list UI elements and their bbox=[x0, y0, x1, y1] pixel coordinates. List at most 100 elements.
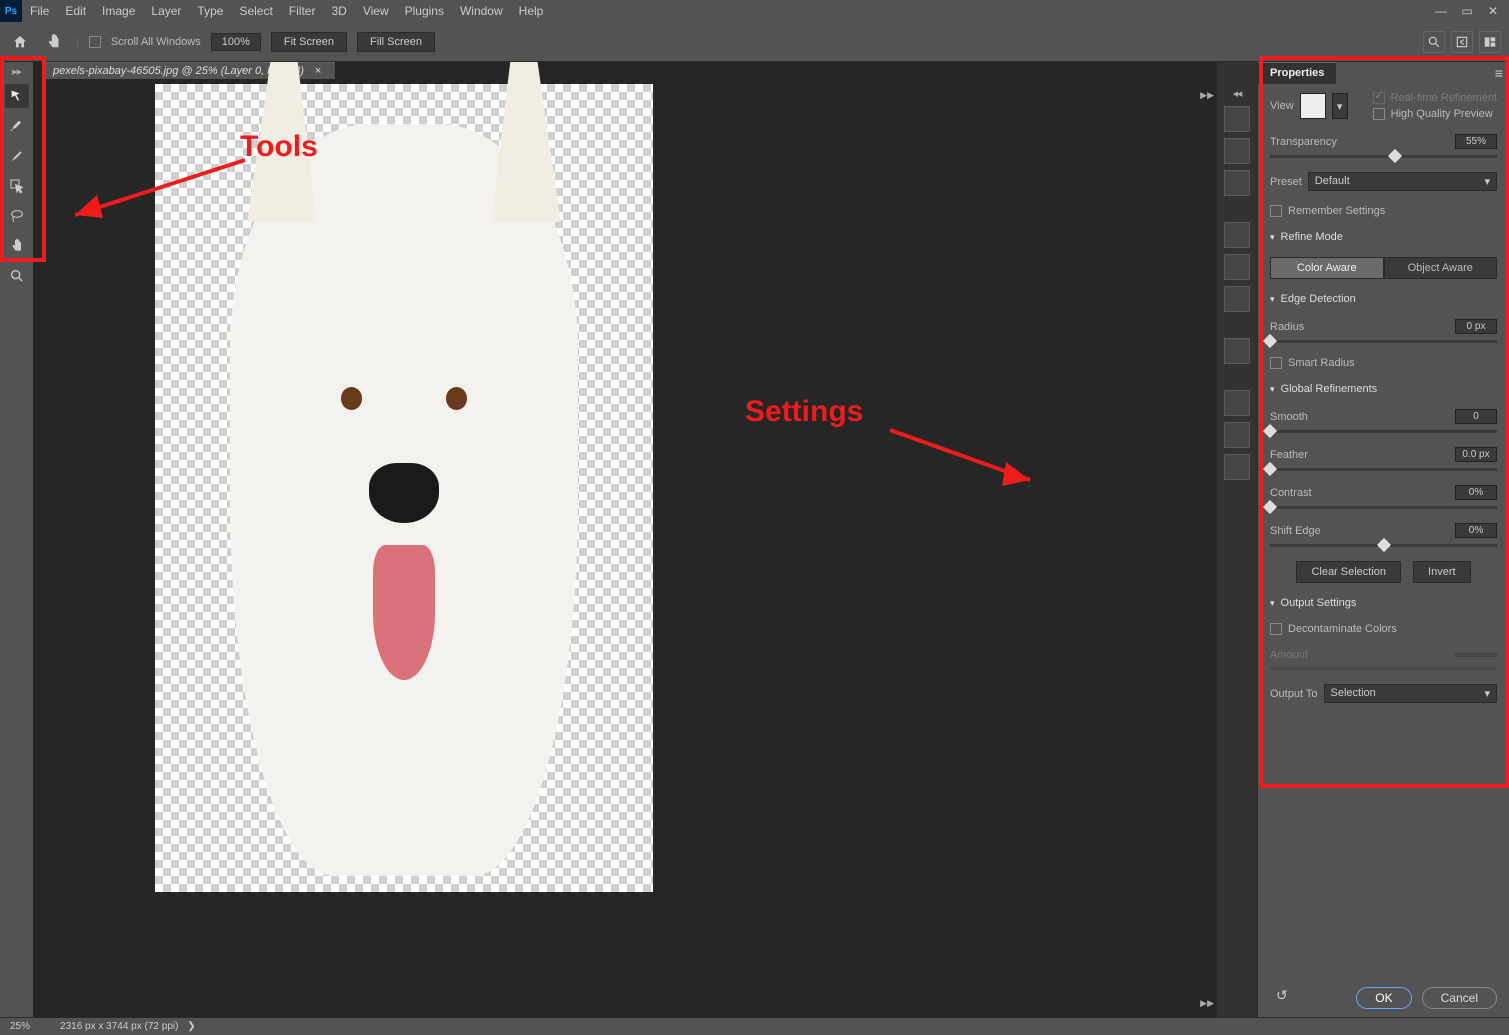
status-bar: 25% 2316 px x 3744 px (72 ppi) ❯ bbox=[0, 1017, 1509, 1035]
app-logo: Ps bbox=[0, 0, 22, 22]
workspace-icon[interactable] bbox=[1479, 31, 1501, 53]
hand-tool[interactable] bbox=[5, 234, 29, 258]
fit-screen-button[interactable]: Fit Screen bbox=[271, 32, 347, 52]
shift-edge-slider[interactable] bbox=[1270, 544, 1497, 547]
transparency-slider[interactable] bbox=[1270, 155, 1497, 158]
radius-value[interactable]: 0 px bbox=[1455, 319, 1497, 334]
menu-select[interactable]: Select bbox=[231, 0, 280, 22]
color-aware-button[interactable]: Color Aware bbox=[1270, 257, 1384, 279]
feather-label: Feather bbox=[1270, 449, 1308, 461]
transparency-value[interactable]: 55% bbox=[1455, 134, 1497, 149]
menu-view[interactable]: View bbox=[355, 0, 397, 22]
edge-detection-header[interactable]: ▾Edge Detection bbox=[1270, 293, 1497, 305]
transparency-label: Transparency bbox=[1270, 136, 1337, 148]
contrast-slider[interactable] bbox=[1270, 506, 1497, 509]
brush-tool[interactable] bbox=[5, 144, 29, 168]
smart-radius-label: Smart Radius bbox=[1288, 357, 1355, 369]
view-mode-thumbnail[interactable] bbox=[1300, 93, 1326, 119]
smooth-label: Smooth bbox=[1270, 411, 1308, 423]
output-to-select[interactable]: Selection▾ bbox=[1324, 684, 1498, 703]
collapsed-panel-icon[interactable] bbox=[1224, 254, 1250, 280]
panel-menu-icon[interactable]: ≡ bbox=[1489, 65, 1509, 81]
window-minimize-icon[interactable]: — bbox=[1433, 3, 1449, 19]
window-close-icon[interactable]: ✕ bbox=[1485, 3, 1501, 19]
document-viewport[interactable]: pexels-pixabay-46505.jpg @ 25% (Layer 0,… bbox=[33, 62, 1217, 1017]
menu-layer[interactable]: Layer bbox=[143, 0, 189, 22]
menu-filter[interactable]: Filter bbox=[281, 0, 324, 22]
invert-button[interactable]: Invert bbox=[1413, 561, 1471, 583]
radius-label: Radius bbox=[1270, 321, 1304, 333]
view-mode-dropdown[interactable]: ▾ bbox=[1332, 93, 1348, 119]
close-document-icon[interactable]: × bbox=[315, 65, 321, 77]
hand-tool-icon[interactable] bbox=[42, 30, 66, 54]
cancel-button[interactable]: Cancel bbox=[1422, 987, 1497, 1009]
smooth-value[interactable]: 0 bbox=[1455, 409, 1497, 424]
contrast-value[interactable]: 0% bbox=[1455, 485, 1497, 500]
menu-type[interactable]: Type bbox=[189, 0, 231, 22]
fill-screen-button[interactable]: Fill Screen bbox=[357, 32, 435, 52]
reset-icon[interactable]: ↺ bbox=[1270, 987, 1288, 1009]
amount-label: Amount bbox=[1270, 649, 1308, 661]
hq-preview-label: High Quality Preview bbox=[1391, 108, 1493, 120]
properties-tab[interactable]: Properties bbox=[1258, 62, 1336, 84]
hq-preview-checkbox[interactable] bbox=[1373, 108, 1385, 120]
menu-edit[interactable]: Edit bbox=[57, 0, 94, 22]
zoom-tool[interactable] bbox=[5, 264, 29, 288]
radius-slider[interactable] bbox=[1270, 340, 1497, 343]
window-restore-icon[interactable]: ▭ bbox=[1459, 3, 1475, 19]
menu-plugins[interactable]: Plugins bbox=[397, 0, 452, 22]
menu-3d[interactable]: 3D bbox=[323, 0, 354, 22]
object-selection-tool[interactable] bbox=[5, 174, 29, 198]
document-title: pexels-pixabay-46505.jpg @ 25% (Layer 0,… bbox=[53, 65, 304, 77]
search-icon[interactable] bbox=[1423, 31, 1445, 53]
refine-mode-label: Refine Mode bbox=[1281, 231, 1343, 243]
object-aware-button[interactable]: Object Aware bbox=[1384, 257, 1498, 279]
global-refinements-label: Global Refinements bbox=[1281, 383, 1378, 395]
collapsed-panel-icon[interactable] bbox=[1224, 222, 1250, 248]
tools-panel: ▶▶ bbox=[0, 62, 33, 1017]
menu-window[interactable]: Window bbox=[452, 0, 511, 22]
refine-mode-header[interactable]: ▾Refine Mode bbox=[1270, 231, 1497, 243]
collapsed-panel-icon[interactable] bbox=[1224, 454, 1250, 480]
scroll-all-checkbox[interactable] bbox=[89, 36, 101, 48]
feather-value[interactable]: 0.0 px bbox=[1455, 447, 1497, 462]
share-icon[interactable] bbox=[1451, 31, 1473, 53]
collapsed-panel-icon[interactable] bbox=[1224, 338, 1250, 364]
lasso-tool[interactable] bbox=[5, 204, 29, 228]
shift-edge-value[interactable]: 0% bbox=[1455, 523, 1497, 538]
output-settings-header[interactable]: ▾Output Settings bbox=[1270, 597, 1497, 609]
collapsed-panel-icon[interactable] bbox=[1224, 106, 1250, 132]
global-refinements-header[interactable]: ▾Global Refinements bbox=[1270, 383, 1497, 395]
preset-value: Default bbox=[1315, 175, 1350, 188]
expand-tools-icon[interactable]: ▶▶ bbox=[12, 68, 21, 78]
status-zoom[interactable]: 25% bbox=[10, 1021, 30, 1032]
refine-edge-brush-tool[interactable] bbox=[5, 114, 29, 138]
expand-side-icon[interactable]: ◀◀ bbox=[1233, 90, 1242, 100]
preset-select[interactable]: Default▾ bbox=[1308, 172, 1497, 191]
zoom-percent-field[interactable]: 100% bbox=[211, 33, 261, 51]
preset-label: Preset bbox=[1270, 176, 1302, 188]
view-label: View bbox=[1270, 100, 1294, 112]
collapsed-panel-icon[interactable] bbox=[1224, 422, 1250, 448]
quick-selection-tool[interactable] bbox=[5, 84, 29, 108]
properties-panel: Properties ≡ View ▾ Real-time Refinement… bbox=[1257, 62, 1509, 1017]
collapsed-panels-strip: ◀◀ bbox=[1217, 62, 1257, 1017]
ok-button[interactable]: OK bbox=[1356, 987, 1411, 1009]
feather-slider[interactable] bbox=[1270, 468, 1497, 471]
status-menu-chevron-icon[interactable]: ❯ bbox=[187, 1021, 195, 1032]
options-bar: | Scroll All Windows 100% Fit Screen Fil… bbox=[0, 22, 1509, 62]
menu-file[interactable]: File bbox=[22, 0, 57, 22]
decontaminate-checkbox[interactable] bbox=[1270, 623, 1282, 635]
menu-help[interactable]: Help bbox=[511, 0, 552, 22]
collapsed-panel-icon[interactable] bbox=[1224, 170, 1250, 196]
shift-edge-label: Shift Edge bbox=[1270, 525, 1321, 537]
home-icon[interactable] bbox=[8, 30, 32, 54]
smooth-slider[interactable] bbox=[1270, 430, 1497, 433]
collapsed-panel-icon[interactable] bbox=[1224, 390, 1250, 416]
remember-settings-checkbox[interactable] bbox=[1270, 205, 1282, 217]
collapsed-panel-icon[interactable] bbox=[1224, 138, 1250, 164]
menu-image[interactable]: Image bbox=[94, 0, 143, 22]
clear-selection-button[interactable]: Clear Selection bbox=[1296, 561, 1401, 583]
smart-radius-checkbox[interactable] bbox=[1270, 357, 1282, 369]
collapsed-panel-icon[interactable] bbox=[1224, 286, 1250, 312]
